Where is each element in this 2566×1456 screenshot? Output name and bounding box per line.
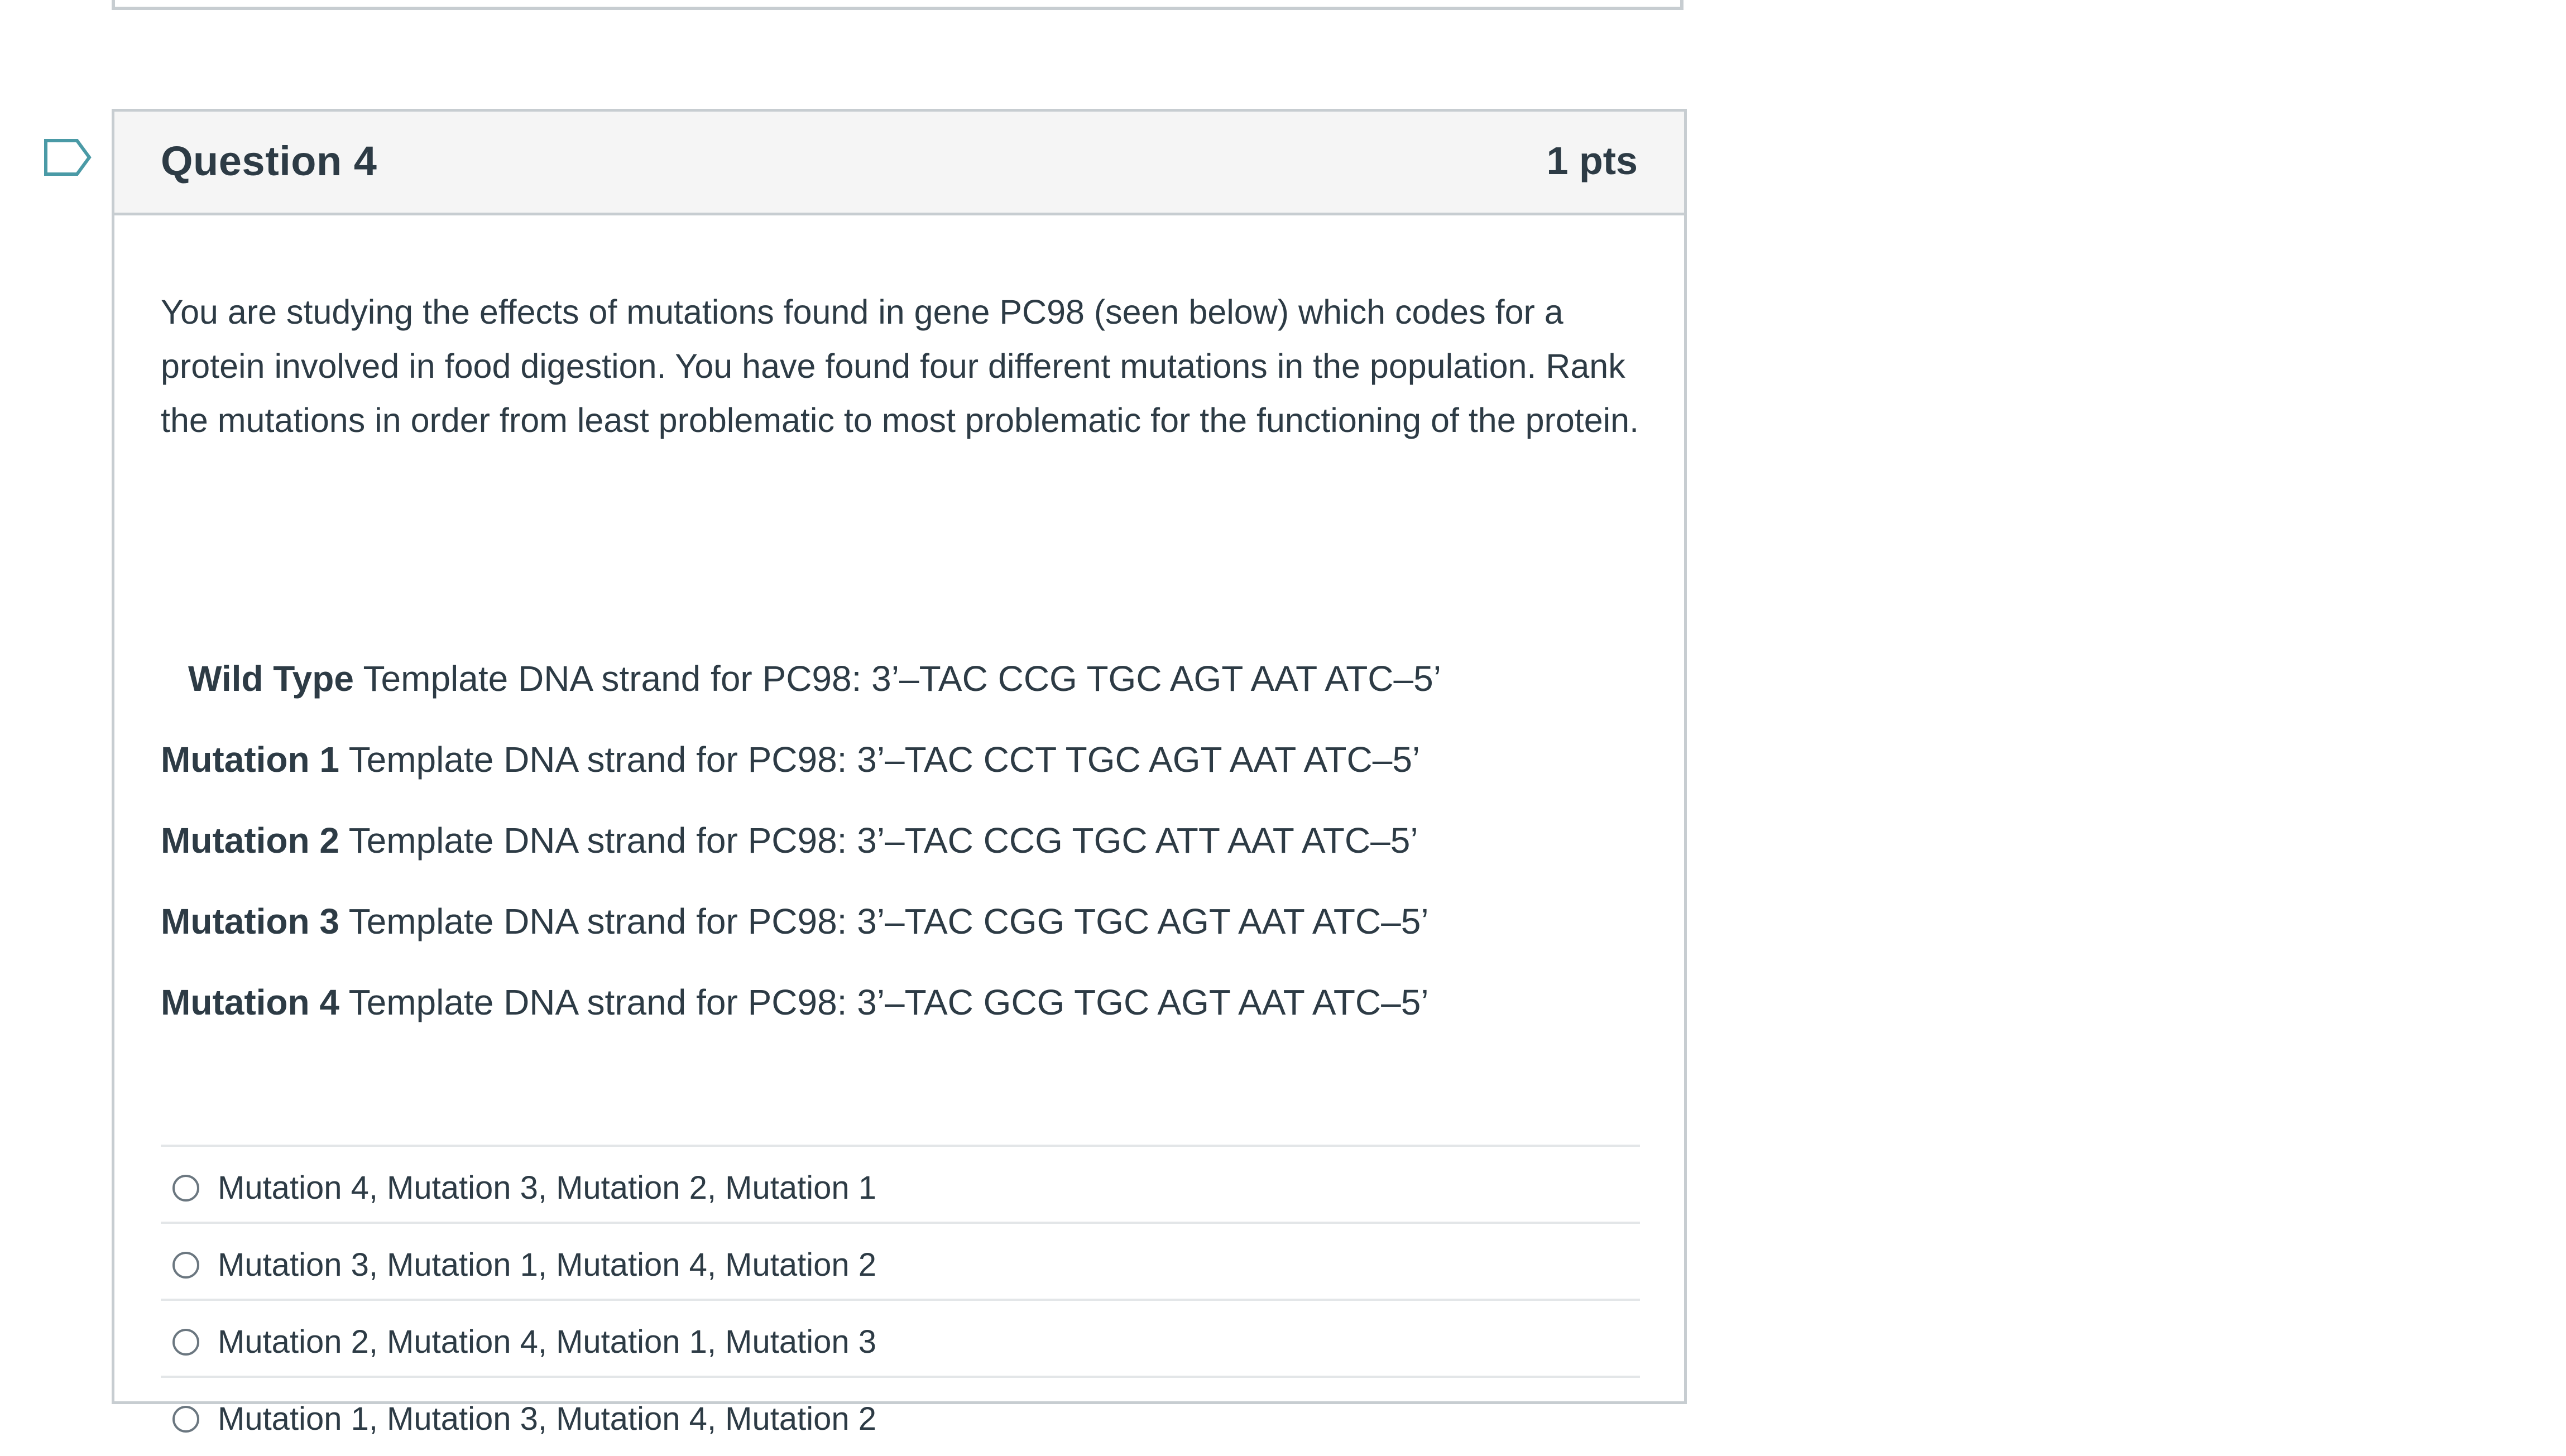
sequence-text: Template DNA strand for PC98: 3’–TAC CCG… <box>353 659 1441 699</box>
sequence-label: Mutation 1 <box>161 739 339 780</box>
question-card: Question 4 1 pts You are studying the ef… <box>112 109 1687 1437</box>
radio-unselected-icon[interactable] <box>172 1406 199 1433</box>
sequence-wild-type: Wild Type Template DNA strand for PC98: … <box>188 658 1441 699</box>
answer-list: Mutation 4, Mutation 3, Mutation 2, Muta… <box>161 1145 1640 1455</box>
answer-option[interactable]: Mutation 2, Mutation 4, Mutation 1, Muta… <box>161 1301 1640 1378</box>
radio-unselected-icon[interactable] <box>172 1175 199 1202</box>
sequence-mutation-2: Mutation 2 Template DNA strand for PC98:… <box>161 820 1418 861</box>
radio-unselected-icon[interactable] <box>172 1252 199 1279</box>
sequence-label: Wild Type <box>188 659 354 699</box>
answer-option[interactable]: Mutation 4, Mutation 3, Mutation 2, Muta… <box>161 1147 1640 1224</box>
answer-option[interactable]: Mutation 3, Mutation 1, Mutation 4, Muta… <box>161 1224 1640 1301</box>
answer-label[interactable]: Mutation 2, Mutation 4, Mutation 1, Muta… <box>218 1323 876 1361</box>
answer-label[interactable]: Mutation 4, Mutation 3, Mutation 2, Muta… <box>218 1169 876 1207</box>
flag-icon <box>44 139 92 176</box>
question-header: Question 4 1 pts <box>114 112 1684 215</box>
answer-label[interactable]: Mutation 1, Mutation 3, Mutation 4, Muta… <box>218 1400 876 1438</box>
flag-question-button[interactable] <box>42 137 94 177</box>
question-prompt: You are studying the effects of mutation… <box>161 293 1639 439</box>
radio-unselected-icon[interactable] <box>172 1329 199 1356</box>
question-title: Question 4 <box>161 138 377 184</box>
answer-option[interactable]: Mutation 1, Mutation 3, Mutation 4, Muta… <box>161 1378 1640 1455</box>
quiz-page: Question 4 1 pts You are studying the ef… <box>0 0 2566 1456</box>
sequence-label: Mutation 3 <box>161 901 339 941</box>
answer-label[interactable]: Mutation 3, Mutation 1, Mutation 4, Muta… <box>218 1246 876 1284</box>
sequence-mutation-4: Mutation 4 Template DNA strand for PC98:… <box>161 982 1429 1023</box>
sequence-label: Mutation 2 <box>161 820 339 861</box>
sequence-text: Template DNA strand for PC98: 3’–TAC CCT… <box>339 739 1421 780</box>
question-points: 1 pts <box>1546 139 1638 182</box>
previous-question-card <box>112 0 1684 10</box>
sequence-mutation-1: Mutation 1 Template DNA strand for PC98:… <box>161 739 1420 780</box>
sequence-text: Template DNA strand for PC98: 3’–TAC CGG… <box>339 901 1429 941</box>
sequence-text: Template DNA strand for PC98: 3’–TAC CCG… <box>339 820 1418 861</box>
sequence-mutation-3: Mutation 3 Template DNA strand for PC98:… <box>161 901 1429 942</box>
sequence-label: Mutation 4 <box>161 982 339 1022</box>
sequence-text: Template DNA strand for PC98: 3’–TAC GCG… <box>339 982 1429 1022</box>
